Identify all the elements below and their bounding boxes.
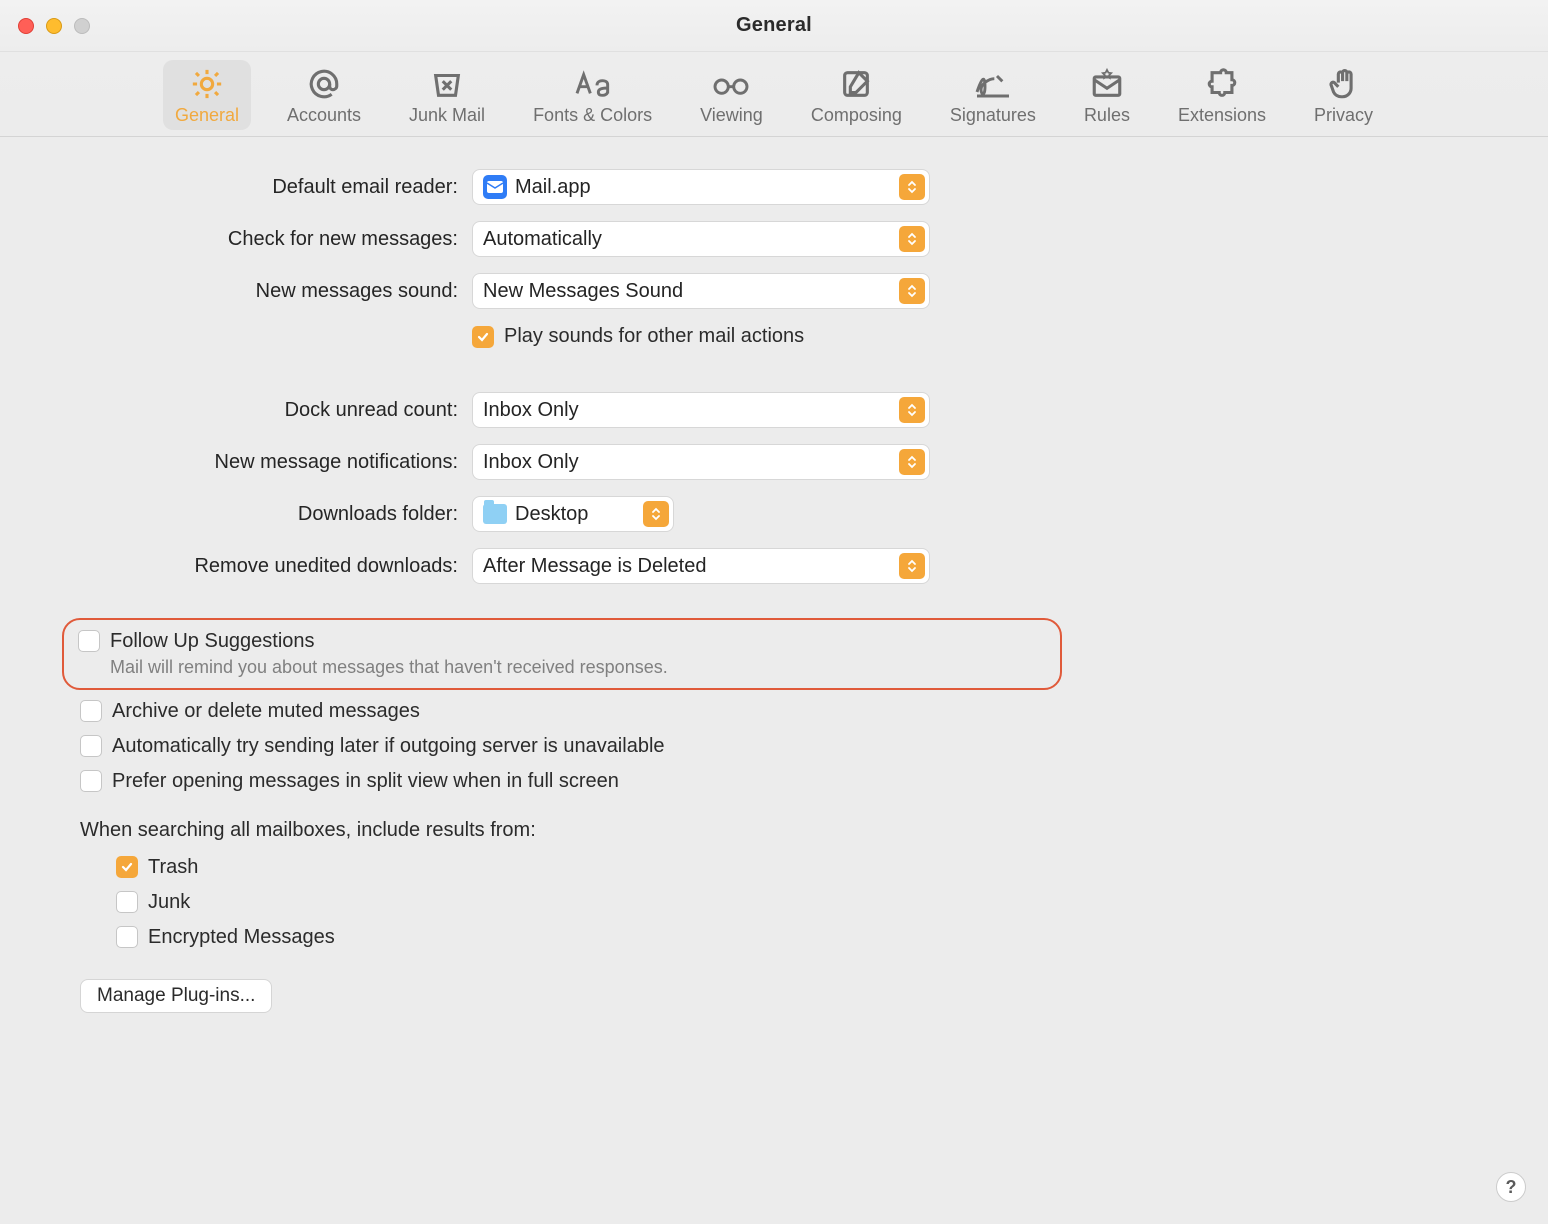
tab-privacy[interactable]: Privacy <box>1302 60 1385 130</box>
tab-label: Signatures <box>950 105 1036 126</box>
tab-label: Privacy <box>1314 105 1373 126</box>
default-reader-label: Default email reader: <box>0 176 472 199</box>
check-messages-select[interactable]: Automatically <box>472 221 930 257</box>
tab-label: General <box>175 105 239 126</box>
tab-label: Accounts <box>287 105 361 126</box>
tab-fonts-colors[interactable]: Fonts & Colors <box>521 60 664 130</box>
search-junk-checkbox[interactable] <box>116 891 138 913</box>
preferences-toolbar: General Accounts Junk Mail Fonts & Color… <box>0 52 1548 137</box>
play-sounds-checkbox[interactable] <box>472 326 494 348</box>
titlebar: General <box>0 0 1548 52</box>
puzzle-icon <box>1205 66 1239 102</box>
split-view-checkbox[interactable] <box>80 770 102 792</box>
zoom-window-button[interactable] <box>74 18 90 34</box>
auto-send-label: Automatically try sending later if outgo… <box>112 735 665 758</box>
play-sounds-label: Play sounds for other mail actions <box>504 325 804 348</box>
search-trash-label: Trash <box>148 856 198 879</box>
tab-extensions[interactable]: Extensions <box>1166 60 1278 130</box>
search-encrypted-label: Encrypted Messages <box>148 926 335 949</box>
font-icon <box>573 66 613 102</box>
tab-label: Viewing <box>700 105 763 126</box>
preferences-content: Default email reader: Mail.app Check for… <box>0 137 1548 1013</box>
remove-downloads-label: Remove unedited downloads: <box>0 555 472 578</box>
search-include-heading: When searching all mailboxes, include re… <box>0 819 1548 842</box>
compose-icon <box>839 66 873 102</box>
select-stepper-icon <box>899 397 925 423</box>
select-stepper-icon <box>899 226 925 252</box>
downloads-folder-value: Desktop <box>515 503 588 526</box>
follow-up-checkbox[interactable] <box>78 630 100 652</box>
default-reader-value: Mail.app <box>515 176 591 199</box>
envelope-star-icon <box>1090 66 1124 102</box>
sound-value: New Messages Sound <box>483 280 683 303</box>
dock-unread-value: Inbox Only <box>483 399 579 422</box>
default-reader-select[interactable]: Mail.app <box>472 169 930 205</box>
search-trash-checkbox[interactable] <box>116 856 138 878</box>
search-junk-label: Junk <box>148 891 190 914</box>
split-view-label: Prefer opening messages in split view wh… <box>112 770 619 793</box>
follow-up-subtext: Mail will remind you about messages that… <box>110 657 668 678</box>
select-stepper-icon <box>899 278 925 304</box>
hand-icon <box>1327 66 1361 102</box>
dock-unread-select[interactable]: Inbox Only <box>472 392 930 428</box>
select-stepper-icon <box>899 174 925 200</box>
dock-unread-label: Dock unread count: <box>0 399 472 422</box>
tab-label: Junk Mail <box>409 105 485 126</box>
sound-select[interactable]: New Messages Sound <box>472 273 930 309</box>
at-icon <box>307 66 341 102</box>
folder-icon <box>483 504 507 524</box>
archive-muted-checkbox[interactable] <box>80 700 102 722</box>
tab-general[interactable]: General <box>163 60 251 130</box>
search-encrypted-checkbox[interactable] <box>116 926 138 948</box>
select-stepper-icon <box>643 501 669 527</box>
signature-icon <box>973 66 1013 102</box>
manage-plugins-button[interactable]: Manage Plug-ins... <box>80 979 272 1013</box>
tab-label: Rules <box>1084 105 1130 126</box>
trash-x-icon <box>430 66 464 102</box>
window-title: General <box>0 14 1548 37</box>
follow-up-highlight: Follow Up Suggestions Mail will remind y… <box>62 618 1062 690</box>
sound-label: New messages sound: <box>0 280 472 303</box>
check-messages-value: Automatically <box>483 228 602 251</box>
remove-downloads-value: After Message is Deleted <box>483 555 706 578</box>
notifications-label: New message notifications: <box>0 451 472 474</box>
minimize-window-button[interactable] <box>46 18 62 34</box>
notifications-select[interactable]: Inbox Only <box>472 444 930 480</box>
select-stepper-icon <box>899 553 925 579</box>
auto-send-checkbox[interactable] <box>80 735 102 757</box>
tab-composing[interactable]: Composing <box>799 60 914 130</box>
tab-viewing[interactable]: Viewing <box>688 60 775 130</box>
archive-muted-label: Archive or delete muted messages <box>112 700 420 723</box>
tab-accounts[interactable]: Accounts <box>275 60 373 130</box>
select-stepper-icon <box>899 449 925 475</box>
remove-downloads-select[interactable]: After Message is Deleted <box>472 548 930 584</box>
tab-signatures[interactable]: Signatures <box>938 60 1048 130</box>
tab-label: Extensions <box>1178 105 1266 126</box>
follow-up-label: Follow Up Suggestions <box>110 630 668 653</box>
downloads-folder-select[interactable]: Desktop <box>472 496 674 532</box>
help-button[interactable]: ? <box>1496 1172 1526 1202</box>
tab-label: Fonts & Colors <box>533 105 652 126</box>
tab-rules[interactable]: Rules <box>1072 60 1142 130</box>
glasses-icon <box>711 66 751 102</box>
downloads-folder-label: Downloads folder: <box>0 503 472 526</box>
gear-icon <box>190 66 224 102</box>
tab-label: Composing <box>811 105 902 126</box>
close-window-button[interactable] <box>18 18 34 34</box>
check-messages-label: Check for new messages: <box>0 228 472 251</box>
notifications-value: Inbox Only <box>483 451 579 474</box>
mail-app-icon <box>483 175 507 199</box>
tab-junk-mail[interactable]: Junk Mail <box>397 60 497 130</box>
